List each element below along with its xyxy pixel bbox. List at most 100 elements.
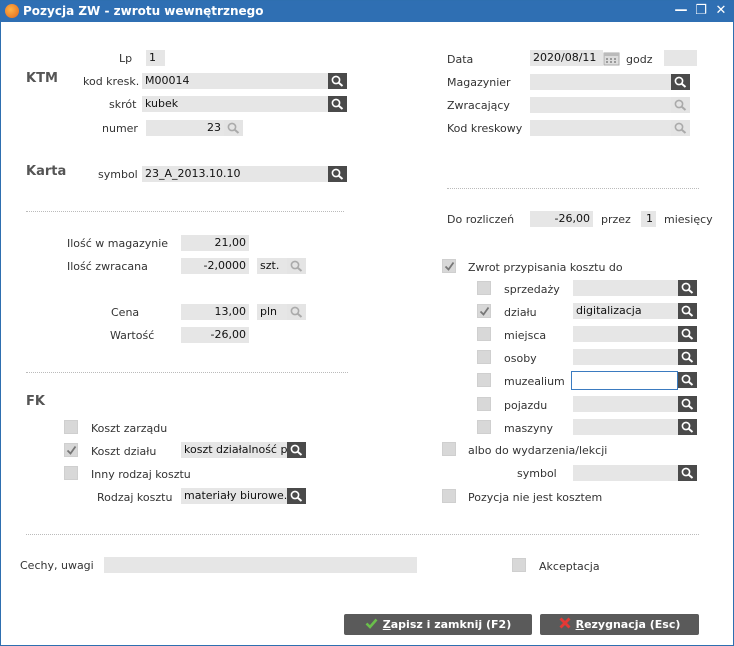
not-cost-checkbox[interactable] <box>442 489 456 503</box>
vehicle-search-button[interactable] <box>678 396 697 412</box>
other-cost-checkbox[interactable] <box>64 466 78 480</box>
place-search-button[interactable] <box>678 326 697 342</box>
cost-assign-label: Zwrot przypisania kosztu do <box>468 261 623 274</box>
person-checkbox[interactable] <box>477 350 491 364</box>
short-field[interactable]: kubek <box>142 96 328 112</box>
sales-checkbox[interactable] <box>477 281 491 295</box>
person-label: osoby <box>504 352 537 365</box>
person-field[interactable] <box>573 349 678 365</box>
person-search-button[interactable] <box>678 349 697 365</box>
accept-checkbox[interactable] <box>512 558 526 572</box>
storekeeper-label: Magazynier <box>447 76 511 89</box>
search-icon <box>681 374 694 386</box>
card-symbol-label: symbol <box>98 168 138 181</box>
storekeeper-search-button[interactable] <box>671 74 690 90</box>
dept-cost-checkbox[interactable] <box>64 443 78 457</box>
settlement-field[interactable]: -26,00 <box>530 211 593 227</box>
unit-search-button[interactable] <box>287 258 306 274</box>
vehicle-checkbox[interactable] <box>477 397 491 411</box>
search-icon <box>681 351 694 363</box>
stock-field: 21,00 <box>181 235 249 251</box>
app-logo-icon <box>5 4 19 18</box>
storekeeper-field[interactable] <box>530 74 671 90</box>
search-icon <box>674 99 687 111</box>
search-icon <box>290 490 303 502</box>
search-icon <box>290 260 303 272</box>
event-checkbox[interactable] <box>442 442 456 456</box>
window-title: Pozycja ZW - zwrotu wewnętrznego <box>23 4 264 18</box>
short-search-button[interactable] <box>328 96 347 112</box>
museum-item-field[interactable] <box>571 371 678 390</box>
return-qty-field[interactable]: -2,0000 <box>181 258 249 274</box>
search-icon <box>681 398 694 410</box>
right-barcode-search-button[interactable] <box>671 120 690 136</box>
cost-type-field[interactable]: materiały biurowe. <box>181 488 287 504</box>
cancel-button[interactable]: Rezygnacja (Esc) <box>540 614 699 635</box>
event-label: albo do wydarzenia/lekcji <box>468 444 608 457</box>
stock-label: Ilość w magazynie <box>67 237 169 250</box>
department-field[interactable]: digitalizacja <box>573 303 678 319</box>
date-field[interactable]: 2020/08/11 <box>530 50 603 66</box>
barcode-label: kod kresk. <box>83 75 140 88</box>
dialog-window: Pozycja ZW - zwrotu wewnętrznego — ❐ ✕ K… <box>0 0 734 646</box>
mgmt-cost-checkbox[interactable] <box>64 420 78 434</box>
cost-type-search-button[interactable] <box>287 488 306 504</box>
dept-cost-field[interactable]: koszt działalność pod <box>181 442 287 458</box>
maximize-button[interactable]: ❐ <box>693 3 709 19</box>
hour-label: godz <box>626 53 653 66</box>
save-button-mnemonic: Z <box>382 618 391 631</box>
vehicle-field[interactable] <box>573 396 678 412</box>
title-bar: Pozycja ZW - zwrotu wewnętrznego — ❐ ✕ <box>1 1 733 22</box>
settlement-months-field[interactable]: 1 <box>641 211 656 227</box>
museum-item-label: muzealium <box>504 375 565 388</box>
number-search-button[interactable] <box>224 120 243 136</box>
not-cost-label: Pozycja nie jest kosztem <box>468 491 603 504</box>
separator <box>26 534 699 535</box>
currency-search-button[interactable] <box>287 304 306 320</box>
sales-label: sprzedaży <box>504 283 560 296</box>
card-symbol-search-button[interactable] <box>328 166 347 182</box>
sales-field[interactable] <box>573 280 678 296</box>
museum-item-search-button[interactable] <box>678 372 697 388</box>
cancel-button-label: ezygnacja (Esc) <box>584 618 681 631</box>
hour-field[interactable] <box>664 50 697 66</box>
machine-field[interactable] <box>573 419 678 435</box>
search-icon <box>681 421 694 433</box>
number-label: numer <box>102 122 138 135</box>
search-icon <box>227 122 240 134</box>
cost-assign-checkbox[interactable] <box>442 259 456 273</box>
right-barcode-label: Kod kreskowy <box>447 122 523 135</box>
returner-field[interactable] <box>530 97 671 113</box>
barcode-search-button[interactable] <box>328 73 347 89</box>
currency-field: pln <box>257 304 287 320</box>
value-label: Wartość <box>110 329 155 342</box>
event-symbol-search-button[interactable] <box>678 465 697 481</box>
close-button[interactable]: ✕ <box>713 3 729 19</box>
dept-cost-search-button[interactable] <box>287 442 306 458</box>
minimize-button[interactable]: — <box>673 3 689 19</box>
calendar-icon[interactable] <box>603 51 620 66</box>
checkmark-icon <box>479 306 490 316</box>
save-close-button[interactable]: Zapisz i zamknij (F2) <box>344 614 532 635</box>
museum-item-checkbox[interactable] <box>477 373 491 387</box>
right-barcode-field[interactable] <box>530 120 671 136</box>
number-field[interactable]: 23 <box>146 120 224 136</box>
barcode-field[interactable]: M00014 <box>142 73 328 89</box>
department-checkbox[interactable] <box>477 304 491 318</box>
check-icon <box>365 615 378 636</box>
lp-label: Lp <box>119 52 133 65</box>
place-field[interactable] <box>573 326 678 342</box>
section-ktm: KTM <box>26 71 58 86</box>
price-field[interactable]: 13,00 <box>181 304 249 320</box>
card-symbol-field[interactable]: 23_A_2013.10.10 <box>142 166 328 182</box>
machine-search-button[interactable] <box>678 419 697 435</box>
place-checkbox[interactable] <box>477 327 491 341</box>
cancel-x-icon <box>559 615 571 636</box>
notes-field[interactable] <box>104 557 417 573</box>
machine-checkbox[interactable] <box>477 420 491 434</box>
returner-search-button[interactable] <box>671 97 690 113</box>
department-search-button[interactable] <box>678 303 697 319</box>
sales-search-button[interactable] <box>678 280 697 296</box>
event-symbol-field[interactable] <box>573 465 678 481</box>
lp-field[interactable]: 1 <box>146 50 165 66</box>
